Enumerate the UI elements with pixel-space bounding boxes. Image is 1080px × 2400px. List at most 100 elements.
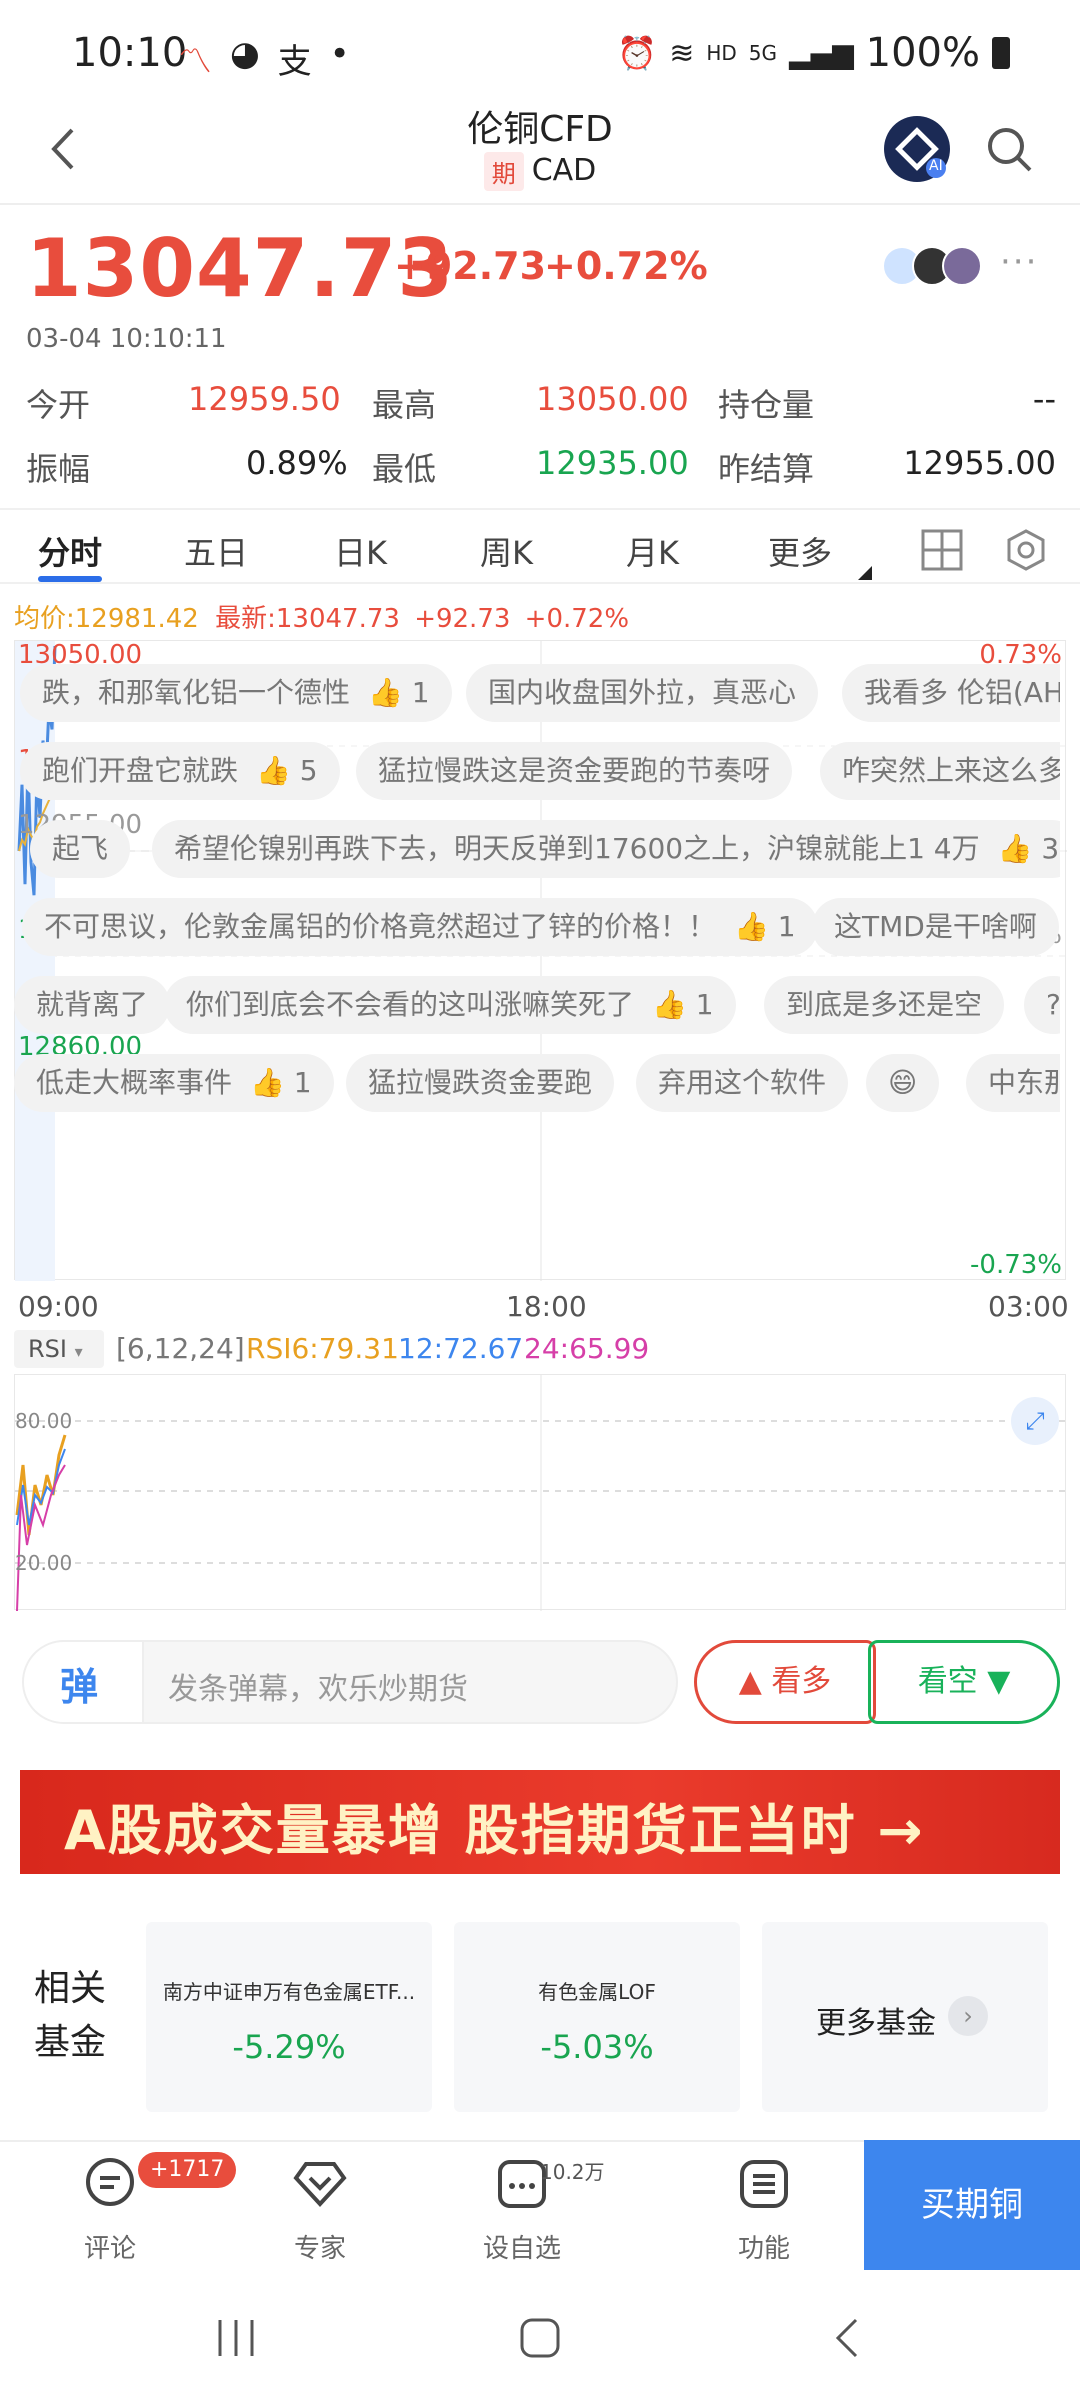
tab-daily[interactable]: 日K [334,528,387,574]
symbol-code: CAD [531,153,597,188]
danmu-bubble[interactable]: 这TMD是干啥啊 [812,898,1059,956]
danmu-bubble[interactable]: 起飞 [30,820,131,878]
rsi12-value: 12:72.67 [398,1332,524,1365]
rsi-params: [6,12,24] [116,1332,245,1365]
low-label: 最低 [372,450,437,488]
danmu-text: 国内收盘国外拉，真恶心 [488,676,797,709]
latest-change: +92.73 [414,604,511,634]
thumbs-up-icon[interactable]: 👍 1 [652,988,714,1021]
fund-card[interactable]: 南方中证申万有色金属ETF... -5.29% [146,1922,432,2112]
buy-futures-button[interactable]: 买期铜 [864,2140,1080,2270]
amp-label: 振幅 [26,450,91,488]
latest-price: 最新:13047.73 [215,604,400,634]
danmu-bubble[interactable]: 咋突然上来这么多 [820,742,1060,800]
thumbs-up-icon[interactable]: 👍 1 [734,910,796,943]
danmu-bubble[interactable]: 猛拉慢跌这是资金要跑的节奏呀 [356,742,793,800]
system-back-icon[interactable] [826,2316,870,2360]
tab-intraday[interactable]: 分时 [38,528,102,574]
danmu-bubble[interactable]: 中东那 [966,1054,1060,1112]
danmu-input[interactable]: 发条弹幕，欢乐炒期货 [168,1664,468,1708]
wifi-icon: ≋ [669,35,695,71]
battery-text: 100% [865,30,980,76]
danmu-text: 跑们开盘它就跌 [42,754,239,787]
system-indicators: ⏰ ≋ HD 5G ▂▄▆ 100% [617,30,1010,76]
chart-legend: 均价:12981.42 最新:13047.73 +92.73 +0.72% [14,598,629,635]
danmu-text: 你们到底会不会看的这叫涨嘛笑死了 [186,988,635,1021]
danmu-bubble[interactable]: 😄 [866,1054,940,1112]
tab-monthly[interactable]: 月K [626,528,679,574]
bullish-button[interactable]: ▲ 看多 [694,1640,876,1724]
danmu-bubble[interactable]: 我看多 伦铝(AH [842,664,1060,722]
nav-expert-label: 专家 [293,2234,346,2264]
more-funds-button[interactable]: 更多基金 › [762,1922,1048,2112]
expand-icon[interactable]: ⤢ [1011,1397,1059,1445]
bearish-button[interactable]: 看空 ▼ [868,1640,1060,1724]
danmu-bubble[interactable]: 跑们开盘它就跌 👍 5 [20,742,340,800]
search-icon[interactable] [984,124,1034,174]
up-triangle-icon: ▲ [738,1664,762,1699]
nav-functions-label: 功能 [737,2234,790,2264]
fund-card[interactable]: 有色金属LOF -5.03% [454,1922,740,2112]
nav-functions[interactable]: 功能 [704,2156,824,2265]
wechat-icon: ◕ [230,34,260,74]
danmu-text: 中东那 [988,1066,1060,1099]
danmu-bubble[interactable]: 你们到底会不会看的这叫涨嘛笑死了 👍 1 [164,976,736,1034]
high-label: 最高 [372,386,437,424]
oi-value: -- [1032,380,1056,418]
ai-assistant-icon[interactable]: AI [884,116,950,182]
tab-five-day[interactable]: 五日 [184,528,248,574]
thumbs-up-icon[interactable]: 👍 3 [998,832,1060,865]
danmu-bubble[interactable]: 希望伦镍别再跌下去，明天反弹到17600之上，沪镍就能上1 4万 👍 3 [152,820,1060,878]
thumbs-up-icon[interactable]: 👍 1 [368,676,430,709]
x-tick: 09:00 [18,1290,99,1323]
home-icon[interactable] [518,2316,562,2360]
thumbs-up-icon[interactable]: 👍 5 [256,754,318,787]
prev-value: 12955.00 [903,444,1056,482]
futures-tag: 期 [483,152,524,191]
danmu-text: 跌，和那氧化铝一个德性 [42,676,351,709]
y-tick-pct: -0.73% [970,1250,1062,1280]
grid-layout-icon[interactable] [920,528,964,572]
signal-label: 5G [748,41,778,65]
down-triangle-icon: ▼ [987,1664,1011,1699]
danmu-bubble[interactable]: 就背离了 [14,976,171,1034]
nav-watchlist-label: 设自选 [482,2234,561,2264]
nav-comment-label: 评论 [83,2234,136,2264]
danmu-bubble[interactable]: 跌，和那氧化铝一个德性 👍 1 [20,664,452,722]
danmu-bubble[interactable]: 不可思议，伦敦金属铝的价格竟然超过了锌的价格！！ 👍 1 [22,898,818,956]
tab-more[interactable]: 更多 [768,528,832,574]
danmu-bubble[interactable]: 弃用这个软件 [636,1054,849,1112]
chevron-down-icon: ▾ [74,1342,83,1361]
promo-banner[interactable]: A股成交量暴增 股指期货正当时 → [20,1770,1060,1874]
danmu-text: 我看多 伦铝(AH [864,676,1060,709]
thumbs-up-icon[interactable]: 👍 1 [250,1066,312,1099]
stats-row-2: 振幅 0.89% 最低 12935.00 昨结算 12955.00 [26,444,1056,508]
danmu-bubble[interactable]: 到底是多还是空 [764,976,1005,1034]
battery-icon [992,37,1010,69]
danmu-toggle-button[interactable]: 弹 [24,1642,144,1722]
danmu-bubble[interactable]: 低走大概率事件 👍 1 [14,1054,334,1112]
nav-expert[interactable]: 专家 [260,2156,380,2265]
recent-apps-icon[interactable] [214,2316,258,2360]
danmu-bubble[interactable]: ? [1024,976,1060,1034]
open-value: 12959.50 [188,380,341,418]
more-funds-label: 更多基金 [816,2006,936,2041]
tab-underline [38,576,102,582]
more-icon[interactable]: ··· [1000,242,1038,282]
danmu-text: 猛拉慢跌这是资金要跑的节奏呀 [378,754,771,787]
danmu-bubble[interactable]: 国内收盘国外拉，真恶心 [466,664,819,722]
quote-stats: 今开 12959.50 最高 13050.00 持仓量 -- 振幅 0.89% … [26,380,1056,508]
low-value: 12935.00 [536,444,689,482]
fund-change: -5.03% [540,2028,654,2066]
latest-change-pct: +0.72% [524,604,630,634]
tab-weekly[interactable]: 周K [480,528,533,574]
avg-price: 均价:12981.42 [14,604,199,634]
fund-change: -5.29% [232,2028,346,2066]
rsi-chart[interactable]: 80.00 20.00 ⤢ [14,1374,1067,1611]
indicator-select[interactable]: RSI ▾ [14,1330,104,1368]
community-avatars[interactable] [882,246,982,286]
more-triangle-icon [858,566,872,580]
settings-hexagon-icon[interactable] [1004,528,1048,572]
danmu-bubble[interactable]: 猛拉慢跌资金要跑 [346,1054,615,1112]
dot-icon: • [329,34,350,74]
